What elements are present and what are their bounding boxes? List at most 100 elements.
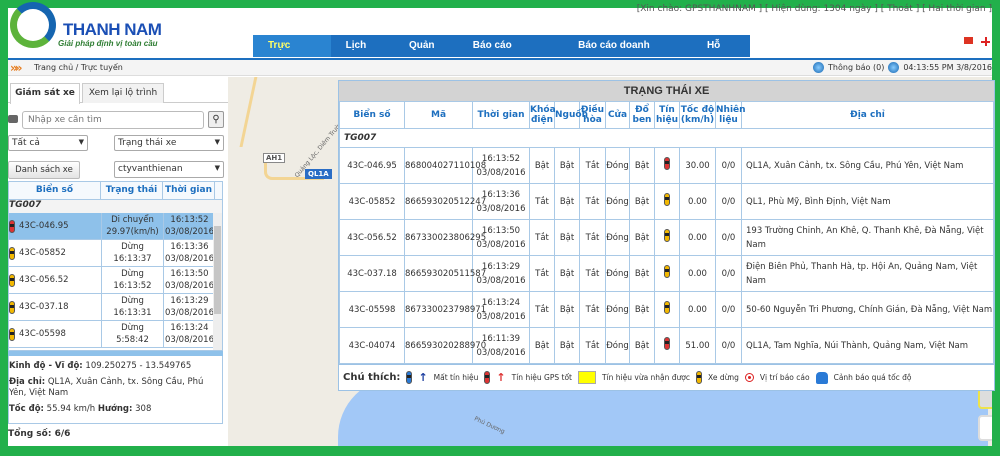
speed: 51.00	[679, 327, 716, 364]
vehicle-list-row[interactable]: 43C-05852 Dừng 16:13:37 16:13:36 03/08/201…	[9, 240, 222, 267]
notification-icon[interactable]	[813, 62, 825, 73]
air-conditioner: Tắt	[579, 147, 606, 184]
status: Dừng	[121, 323, 144, 333]
status-cell: Dừng 16:13:37	[101, 240, 163, 266]
device-id: 866593020511587	[404, 255, 486, 292]
ignition: Tắt	[529, 219, 555, 256]
signal-cell	[654, 327, 680, 364]
nav-report-business[interactable]: Báo cáo doanh nghiệp	[563, 35, 692, 73]
power: Bật	[554, 255, 580, 292]
breadcrumb-bar: »» Trang chủ / Trực tuyến Thông báo (0) …	[8, 58, 992, 76]
col-status[interactable]: Trạng thái	[101, 182, 163, 199]
time: 16:13:36	[481, 189, 521, 200]
date: 03/08/2016	[165, 281, 214, 291]
car-icon	[664, 228, 670, 242]
vehicle-list-row[interactable]: 43C-05598 Dừng 5:58:42 16:13:24 03/08/2016	[9, 321, 222, 348]
vietnam-flag-icon[interactable]	[964, 37, 973, 44]
car-icon	[664, 192, 670, 206]
dump: Bật	[629, 147, 655, 184]
time: 16:13:52	[170, 215, 209, 225]
legend-lost-signal: Mất tín hiệu	[433, 373, 479, 382]
vehicle-list-row[interactable]: 43C-037.18 Dừng 16:13:31 16:13:29 03/08/20…	[9, 294, 222, 321]
vehicle-list-button[interactable]: Danh sách xe	[8, 161, 80, 179]
date: 03/08/2016	[165, 308, 214, 318]
dump: Bật	[629, 255, 655, 292]
legend-label: Chú thích:	[343, 372, 401, 383]
plate: 43C-056.52	[19, 275, 69, 285]
table-row[interactable]: 43C-05598 867330023798971 16:13:24 03/08/…	[339, 291, 994, 328]
table-row[interactable]: 43C-056.52 867330023806295 16:13:50 03/08…	[339, 219, 994, 256]
vehicle-list-row[interactable]: 43C-056.52 Dừng 16:13:52 16:13:50 03/08/20…	[9, 267, 222, 294]
group-row: TG007	[9, 200, 222, 213]
vehicle-list-row[interactable]: 43C-046.95 Di chuyển 29.97(km/h) 16:13:52…	[9, 213, 222, 240]
english-flag-icon[interactable]	[981, 37, 990, 46]
nav-support[interactable]: Hỗ trợ	[692, 35, 750, 73]
col-time[interactable]: Thời gian	[163, 182, 215, 199]
table-row[interactable]: 43C-037.18 866593020511587 16:13:29 03/08…	[339, 255, 994, 292]
logo[interactable]: THANH NAM Giải pháp định vị toàn cầu	[8, 2, 188, 58]
air-conditioner: Tắt	[579, 255, 606, 292]
time: 16:11:39	[481, 333, 521, 344]
breadcrumb[interactable]: Trang chủ / Trực tuyến	[34, 63, 123, 72]
column-header: Địa chỉ	[741, 101, 994, 129]
fuel: 0/0	[715, 219, 742, 256]
plate-cell: 43C-046.95	[9, 213, 101, 239]
notifications-link[interactable]: Thông báo (0)	[828, 63, 884, 72]
search-button[interactable]: ⚲	[208, 111, 224, 128]
status-select[interactable]: Trạng thái xe ▼	[114, 135, 224, 151]
door: Đóng	[605, 291, 630, 328]
time-cell: 16:11:39 03/08/2016	[472, 327, 530, 364]
column-header: Thời gian	[472, 101, 530, 129]
red-arrow-icon: ↑	[496, 371, 506, 384]
table-row[interactable]: 43C-046.95 868004027110108 16:13:52 03/08…	[339, 147, 994, 184]
status-detail: 29.97(km/h)	[106, 227, 159, 237]
ignition: Bật	[529, 147, 555, 184]
tab-monitor[interactable]: Giám sát xe	[10, 83, 80, 104]
nav-online[interactable]: Trực tuyến	[253, 35, 331, 73]
date: 03/08/2016	[476, 203, 526, 214]
tab-route-replay[interactable]: Xem lại lộ trình	[82, 83, 164, 103]
column-header: Tốc độ (km/h)	[679, 101, 716, 129]
car-icon	[9, 300, 15, 314]
user-info[interactable]: [Xin chào: GPSTHANHNAM ] [ Hiện dùng: 13…	[637, 4, 992, 14]
plate: 43C-05852	[339, 183, 405, 220]
nav-history[interactable]: Lịch sử	[331, 35, 394, 73]
nav-manage[interactable]: Quản lý	[394, 35, 458, 73]
plate: 43C-046.95	[339, 147, 405, 184]
status: Dừng	[121, 242, 144, 252]
car-icon	[9, 246, 15, 260]
nav-report-qcvn31[interactable]: Báo cáo QCVN31	[458, 35, 563, 73]
plate: 43C-05598	[19, 329, 66, 339]
vehicle-info: Kinh độ - Vĩ độ: 109.250275 - 13.549765 …	[8, 356, 223, 424]
table-row[interactable]: 43C-05852 866593020512247 16:13:36 03/08/…	[339, 183, 994, 220]
column-header: Tín hiệu	[654, 101, 680, 129]
report-location-icon	[744, 373, 754, 382]
company-select[interactable]: ctyvanthienan ▼	[114, 161, 224, 178]
power: Bật	[554, 183, 580, 220]
table-row[interactable]: 43C-04074 866593020288970 16:11:39 03/08/…	[339, 327, 994, 364]
address: QL1, Phù Mỹ, Bình Định, Việt Nam	[741, 183, 994, 220]
language-switch	[964, 37, 990, 46]
time: 16:13:50	[170, 269, 209, 279]
legend: Chú thích: ↑ Mất tín hiệu ↑ Tín hiệu GPS…	[339, 364, 994, 390]
vehicle-search-input[interactable]	[22, 111, 204, 129]
air-conditioner: Tắt	[579, 219, 606, 256]
street-view-icon[interactable]	[978, 415, 992, 441]
scrollbar[interactable]	[213, 213, 222, 350]
dump: Bật	[629, 291, 655, 328]
plate-cell: 43C-037.18	[9, 294, 101, 320]
time: 16:13:29	[481, 261, 521, 272]
legend-report-location: Vị trí báo cáo	[759, 373, 810, 382]
speed: 0.00	[679, 255, 716, 292]
fuel: 0/0	[715, 327, 742, 364]
group-select[interactable]: Tất cả ▼	[8, 135, 88, 151]
power: Bật	[554, 147, 580, 184]
brand-name: THANH NAM	[63, 20, 162, 39]
status-detail: 16:13:37	[113, 254, 152, 264]
speed: 0.00	[679, 291, 716, 328]
air-conditioner: Tắt	[579, 183, 606, 220]
car-icon	[664, 264, 670, 278]
col-plate[interactable]: Biển số	[9, 182, 101, 199]
power: Bật	[554, 291, 580, 328]
legend-gps-good: Tín hiệu GPS tốt	[511, 373, 572, 382]
